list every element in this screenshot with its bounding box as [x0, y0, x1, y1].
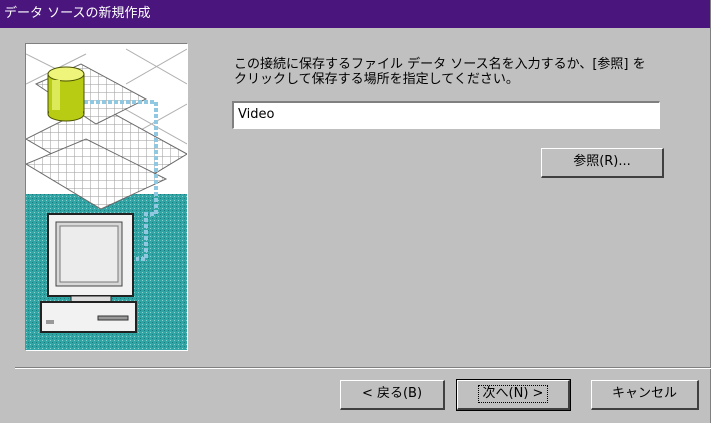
database-computer-illustration — [26, 44, 187, 350]
computer-monitor — [47, 213, 134, 303]
separator-highlight — [15, 368, 711, 369]
next-button[interactable]: 次へ(N) > — [456, 379, 571, 411]
back-button[interactable]: < 戻る(B) — [340, 380, 445, 410]
instruction-text: この接続に保存するファイル データ ソース名を入力するか、[参照] を クリック… — [234, 57, 646, 87]
cancel-button[interactable]: キャンセル — [591, 380, 699, 410]
browse-button[interactable]: 参照(R)... — [541, 148, 664, 178]
wizard-illustration — [25, 43, 188, 351]
computer-base — [40, 301, 137, 333]
database-cylinder — [47, 66, 85, 122]
new-data-source-dialog: データ ソースの新規作成 この接続に保存するファイル データ ソース名を入力する… — [0, 0, 711, 423]
dialog-title: データ ソースの新規作成 — [0, 0, 710, 28]
next-button-label: 次へ(N) > — [477, 385, 549, 403]
data-source-name-input[interactable]: Video — [232, 101, 660, 129]
